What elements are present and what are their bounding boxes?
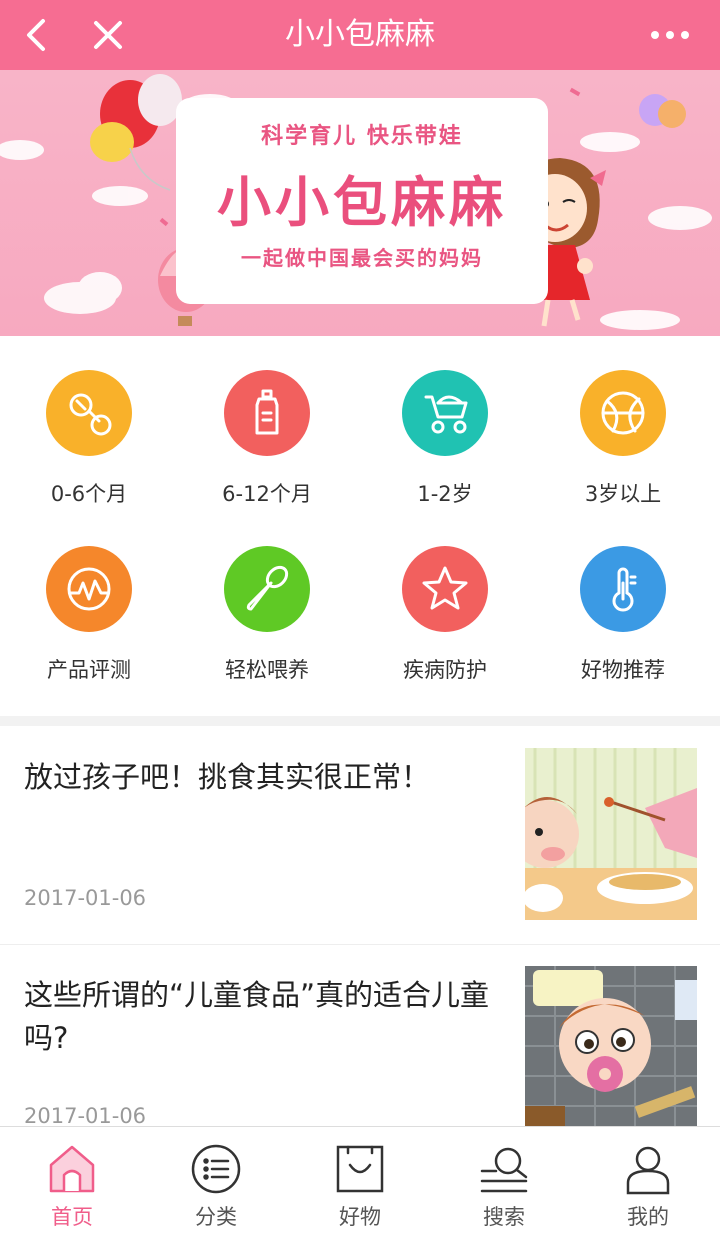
tab-category[interactable]: 分类 (144, 1127, 288, 1241)
category-label: 轻松喂养 (225, 658, 309, 682)
category-label: 1-2岁 (417, 482, 473, 506)
category-easy-feeding[interactable]: 轻松喂养 (178, 512, 356, 688)
article-thumbnail[interactable] (525, 966, 697, 1138)
home-icon (47, 1141, 97, 1197)
tab-label: 搜索 (483, 1205, 525, 1229)
category-6-12-months[interactable]: 6-12个月 (178, 336, 356, 512)
tab-label: 首页 (51, 1205, 93, 1229)
tab-search[interactable]: 搜索 (432, 1127, 576, 1241)
category-label: 0-6个月 (50, 482, 128, 506)
bottom-tab-bar: 首页 分类 好物 搜索 我的 (0, 1126, 720, 1241)
category-label: 产品评测 (47, 658, 131, 682)
banner-slogan-bottom: 一起做中国最会买的妈妈 (241, 246, 483, 270)
promo-banner[interactable]: 科学育儿 快乐带娃 小小包麻麻 一起做中国最会买的妈妈 (0, 70, 720, 336)
list-circle-icon (190, 1141, 242, 1197)
shopping-bag-icon (334, 1141, 386, 1197)
article-title[interactable]: 这些所谓的“儿童食品”真的适合儿童吗? (24, 974, 494, 1060)
search-icon (478, 1141, 530, 1197)
tab-goods[interactable]: 好物 (288, 1127, 432, 1241)
article-title[interactable]: 放过孩子吧！挑食其实很正常！ (24, 756, 494, 799)
tab-home[interactable]: 首页 (0, 1127, 144, 1241)
category-grid: 0-6个月 6-12个月 1-2岁 3岁以上 产品评测 轻松喂养 疾病防护 好物… (0, 336, 720, 716)
category-0-6-months[interactable]: 0-6个月 (0, 336, 178, 512)
article-date: 2017-01-06 (24, 886, 147, 910)
baby-bottle-icon (224, 370, 310, 456)
category-label: 好物推荐 (581, 658, 665, 682)
top-nav-bar: 小小包麻麻 (0, 0, 720, 70)
section-divider (0, 716, 720, 726)
star-icon (402, 546, 488, 632)
stroller-icon (402, 370, 488, 456)
article-thumbnail[interactable] (525, 748, 697, 920)
thermometer-icon (580, 546, 666, 632)
category-product-review[interactable]: 产品评测 (0, 512, 178, 688)
banner-brand: 小小包麻麻 (217, 171, 507, 234)
tab-label: 好物 (339, 1205, 381, 1229)
category-3-years-plus[interactable]: 3岁以上 (534, 336, 712, 512)
category-recommended-goods[interactable]: 好物推荐 (534, 512, 712, 688)
tab-me[interactable]: 我的 (576, 1127, 720, 1241)
article-item[interactable]: 放过孩子吧！挑食其实很正常！ 2017-01-06 (0, 726, 720, 945)
spoon-icon (224, 546, 310, 632)
pacifier-icon (46, 370, 132, 456)
user-icon (622, 1141, 674, 1197)
more-dots-icon[interactable] (640, 0, 700, 70)
tab-label: 我的 (627, 1205, 669, 1229)
chart-wave-icon (46, 546, 132, 632)
category-disease-prevention[interactable]: 疾病防护 (356, 512, 534, 688)
category-label: 6-12个月 (222, 482, 312, 506)
article-date: 2017-01-06 (24, 1104, 147, 1128)
category-label: 3岁以上 (584, 482, 662, 506)
banner-slogan-top: 科学育儿 快乐带娃 (261, 124, 463, 149)
tab-label: 分类 (195, 1205, 237, 1229)
page-title: 小小包麻麻 (285, 17, 435, 52)
ball-icon (580, 370, 666, 456)
category-label: 疾病防护 (403, 658, 487, 682)
category-1-2-years[interactable]: 1-2岁 (356, 336, 534, 512)
